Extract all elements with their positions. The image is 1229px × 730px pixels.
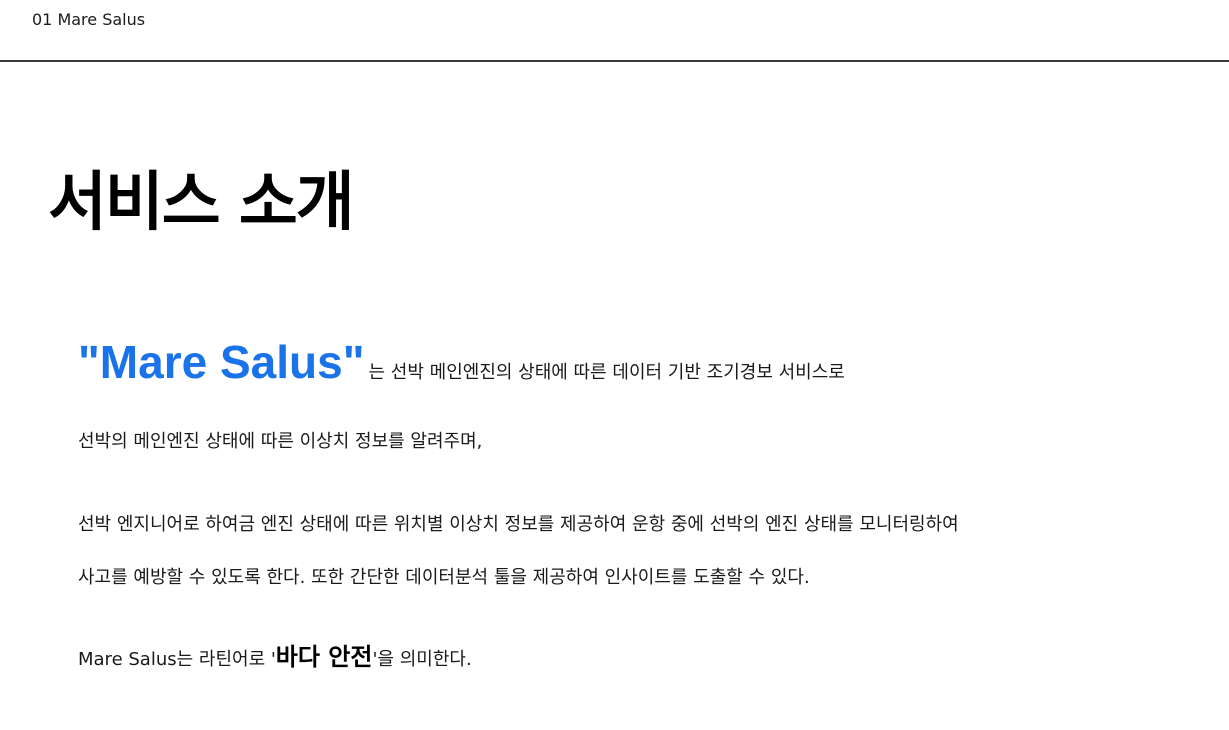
intro-line: "Mare Salus" 는 선박 메인엔진의 상태에 따른 데이터 기반 조기… xyxy=(78,332,845,392)
meaning-emphasis: 바다 안전 xyxy=(275,643,373,671)
header-title: 01 Mare Salus xyxy=(32,10,146,29)
meaning-prefix: Mare Salus는 라틴어로 ' xyxy=(78,649,276,670)
intro-text: 는 선박 메인엔진의 상태에 따른 데이터 기반 조기경보 서비스로 xyxy=(368,362,845,383)
meaning-line: Mare Salus는 라틴어로 ' 바다 안전 '을 의미한다. xyxy=(78,645,472,672)
description-paragraph-2-line-1: 선박 엔지니어로 하여금 엔진 상태에 따른 위치별 이상치 정보를 제공하여 … xyxy=(78,514,959,535)
brand-name-highlight: "Mare Salus" xyxy=(78,336,365,388)
top-header-bar: 01 Mare Salus xyxy=(0,0,1229,62)
meaning-suffix: '을 의미한다. xyxy=(372,649,472,670)
description-paragraph-2-line-2: 사고를 예방할 수 있도록 한다. 또한 간단한 데이터분석 툴을 제공하여 인… xyxy=(78,567,810,588)
page-title: 서비스 소개 xyxy=(48,166,355,240)
description-paragraph-1: 선박의 메인엔진 상태에 따른 이상치 정보를 알려주며, xyxy=(78,431,483,452)
